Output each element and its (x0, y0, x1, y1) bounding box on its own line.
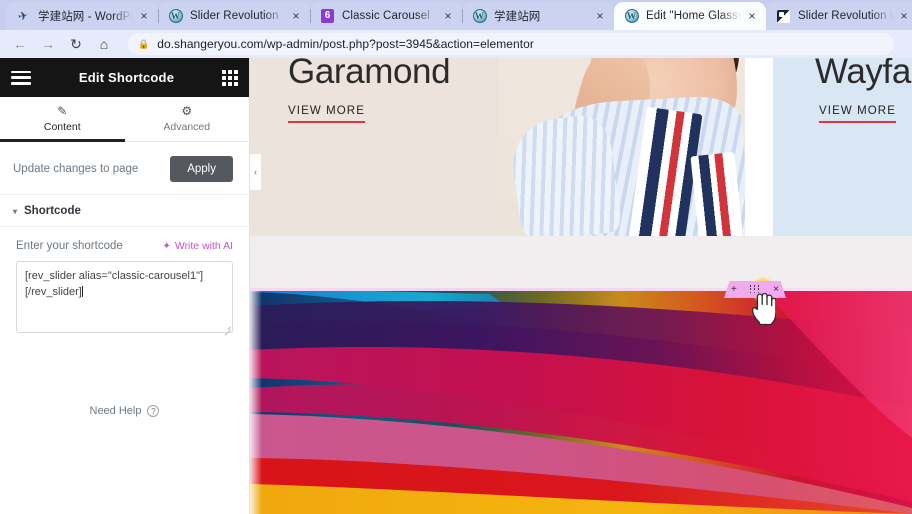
wordpress-icon: W (472, 9, 487, 24)
tab-title: 学建站网 - WordPre (38, 11, 133, 23)
tab-content-label: Content (43, 121, 81, 133)
tab-separator (462, 9, 463, 23)
number-six-icon: 6 (320, 9, 335, 24)
text-caret (81, 285, 83, 297)
shortcode-line-1: [rev_slider alias="classic-carousel1"] (25, 270, 204, 282)
shortcode-line-2: [/rev_slider] (25, 285, 82, 298)
need-help-link[interactable]: Need Help ? (16, 405, 233, 417)
browser-tab[interactable]: W Slider Revolution - × (158, 2, 310, 30)
pointer-hand-cursor (751, 292, 776, 325)
reload-icon[interactable]: ↻ (64, 32, 88, 56)
question-circle-icon: ? (147, 405, 160, 417)
photo-stripe-band-2 (690, 151, 744, 236)
slider-prev-arrow[interactable]: ‹ (250, 154, 261, 190)
browser-tab[interactable]: W 学建站网 × (462, 2, 614, 30)
wordpress-icon: W (168, 9, 183, 24)
canvas-spacer (250, 236, 912, 288)
slide-cta-button[interactable]: VIEW MORE (819, 105, 896, 123)
elementor-preview-canvas: Garamond VIEW MORE Wayfare VIEW MORE (250, 58, 912, 514)
tab-separator (614, 9, 615, 23)
tab-close-icon[interactable]: × (440, 8, 456, 24)
browser-toolbar: ← → ↻ ⌂ 🔒 do.shangeryou.com/wp-admin/pos… (0, 30, 912, 58)
tab-title: Classic Carousel - S (342, 10, 437, 22)
shortcode-input[interactable]: [rev_slider alias="classic-carousel1"] [… (16, 261, 233, 333)
browser-window: ✈ 学建站网 - WordPre × W Slider Revolution -… (0, 0, 912, 514)
browser-chrome: ✈ 学建站网 - WordPre × W Slider Revolution -… (0, 0, 912, 58)
carousel-slide[interactable]: Garamond VIEW MORE (250, 58, 745, 236)
address-bar[interactable]: 🔒 do.shangeryou.com/wp-admin/post.php?po… (128, 33, 894, 55)
slide-title: Garamond (288, 58, 451, 91)
section-title: Shortcode (24, 205, 81, 217)
shortcode-field-label: Enter your shortcode (16, 240, 123, 252)
slide-cta-button[interactable]: VIEW MORE (288, 105, 365, 123)
slider-carousel: Garamond VIEW MORE Wayfare VIEW MORE (250, 58, 912, 236)
slide-photo (498, 58, 745, 236)
tab-title: Slider Revolution - (190, 10, 285, 22)
elementor-panel: Edit Shortcode ✎ Content ⚙ Advanced Upda… (0, 58, 250, 514)
tab-close-icon[interactable]: × (744, 8, 760, 24)
home-icon[interactable]: ⌂ (92, 32, 116, 56)
shortcode-field-block: Enter your shortcode ✦ Write with AI [re… (0, 227, 249, 417)
back-icon[interactable]: ← (8, 32, 32, 56)
write-with-ai-label: Write with AI (174, 240, 233, 252)
forward-icon[interactable]: → (36, 32, 60, 56)
tab-close-icon[interactable]: × (288, 8, 304, 24)
carousel-slide-gap (745, 58, 773, 236)
chevron-down-icon: ▾ (13, 206, 18, 216)
slide-title: Wayfare (815, 58, 912, 91)
panel-header: Edit Shortcode (0, 58, 249, 97)
tab-content[interactable]: ✎ Content (0, 97, 125, 142)
add-widget-icon[interactable]: + (731, 284, 737, 295)
update-changes-row: Update changes to page Apply (0, 142, 249, 194)
tab-advanced-label: Advanced (163, 121, 211, 133)
tab-close-icon[interactable]: × (136, 8, 152, 24)
slider-revolution-icon (776, 9, 791, 24)
tab-title: Slider Revolution R (798, 10, 893, 22)
tab-close-icon[interactable]: × (896, 8, 912, 24)
pencil-icon: ✎ (57, 104, 68, 118)
need-help-label: Need Help (89, 405, 142, 417)
image-top-highlight (250, 288, 912, 291)
gear-icon: ⚙ (181, 104, 193, 118)
shortcode-field-row: Enter your shortcode ✦ Write with AI (16, 240, 233, 252)
url-text: do.shangeryou.com/wp-admin/post.php?post… (157, 37, 534, 51)
browser-tab[interactable]: 6 Classic Carousel - S × (310, 2, 462, 30)
tab-strip: ✈ 学建站网 - WordPre × W Slider Revolution -… (0, 0, 912, 30)
wordpress-icon: W (624, 9, 639, 24)
photo-shoulder (507, 111, 623, 236)
shortcode-textarea-wrapper: [rev_slider alias="classic-carousel1"] [… (16, 261, 233, 333)
browser-tab[interactable]: ✈ 学建站网 - WordPre × (6, 2, 158, 30)
tab-separator (766, 9, 767, 23)
abstract-color-image[interactable] (250, 288, 912, 514)
panel-title: Edit Shortcode (78, 70, 175, 85)
section-header-shortcode[interactable]: ▾ Shortcode (0, 194, 249, 227)
lock-icon: 🔒 (138, 38, 150, 49)
tab-advanced[interactable]: ⚙ Advanced (125, 97, 250, 141)
sparkle-icon: ✦ (162, 240, 171, 252)
image-left-fade (250, 288, 262, 514)
tab-title: Edit "Home Glasses (646, 10, 741, 22)
write-with-ai-button[interactable]: ✦ Write with AI (162, 240, 233, 252)
tab-title: 学建站网 (494, 11, 541, 23)
update-changes-label: Update changes to page (13, 163, 139, 175)
tab-close-icon[interactable]: × (592, 8, 608, 24)
widgets-grid-icon[interactable] (222, 69, 238, 86)
apply-button[interactable]: Apply (170, 156, 233, 182)
panel-tabs: ✎ Content ⚙ Advanced (0, 97, 249, 142)
plane-icon: ✈ (17, 8, 30, 24)
carousel-slide[interactable]: Wayfare VIEW MORE (773, 58, 912, 236)
hamburger-menu-icon[interactable] (11, 70, 31, 85)
tab-separator (158, 9, 159, 23)
browser-tab[interactable]: Slider Revolution R × (766, 2, 912, 30)
abstract-color-image-art (250, 288, 912, 514)
browser-tab-active[interactable]: W Edit "Home Glasses × (614, 2, 766, 30)
tab-separator (310, 9, 311, 23)
